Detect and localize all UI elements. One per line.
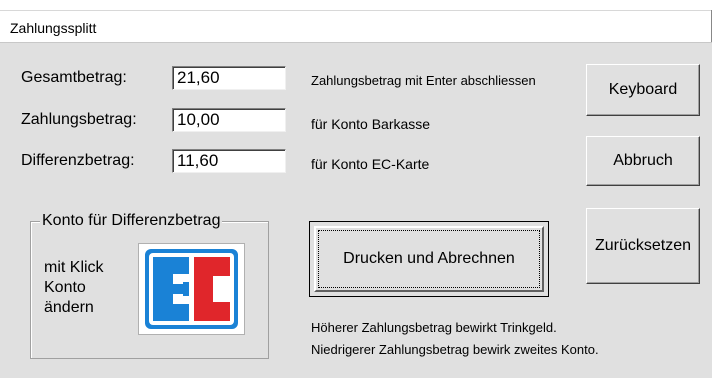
difference-account-text: für Konto EC-Karte — [311, 156, 430, 172]
focus-rectangle — [318, 230, 540, 288]
dialog-client-area: Gesamtbetrag: Zahlungsbetrag: Differenzb… — [0, 42, 712, 378]
click-hint-line1: mit Klick — [44, 259, 104, 276]
groupbox-legend: Konto für Differenzbetrag — [40, 212, 223, 230]
keyboard-button[interactable]: Keyboard — [586, 64, 700, 116]
title-bar: Zahlungssplitt — [0, 10, 712, 43]
payment-split-window: Zahlungssplitt Gesamtbetrag: Zahlungsbet… — [0, 0, 722, 378]
note-line-2: Niedrigerer Zahlungsbetrag bewirk zweite… — [311, 342, 599, 357]
note-line-1: Höherer Zahlungsbetrag bewirkt Trinkgeld… — [311, 320, 557, 335]
total-amount-label: Gesamtbetrag: — [21, 69, 127, 86]
cancel-button-label: Abbruch — [613, 152, 673, 169]
enter-hint-text: Zahlungsbetrag mit Enter abschliessen — [311, 73, 536, 88]
reset-button[interactable]: Zurücksetzen — [586, 208, 700, 284]
total-amount-field[interactable]: 21,60 — [172, 66, 286, 90]
cancel-button[interactable]: Abbruch — [586, 136, 700, 186]
payment-amount-label: Zahlungsbetrag: — [21, 111, 137, 128]
difference-amount-field[interactable]: 11,60 — [172, 149, 286, 173]
payment-amount-field[interactable]: 10,00 — [172, 108, 286, 132]
difference-amount-label: Differenzbetrag: — [21, 152, 135, 169]
payment-account-text: für Konto Barkasse — [311, 116, 431, 132]
ec-logo-graphic — [142, 246, 241, 332]
click-hint-line3: ändern — [44, 299, 94, 316]
reset-button-label: Zurücksetzen — [594, 237, 692, 254]
window-title: Zahlungssplitt — [10, 20, 97, 36]
click-hint-line2: Konto — [44, 279, 86, 296]
print-and-settle-button[interactable]: Drucken und Abrechnen — [309, 221, 549, 297]
ec-card-logo-icon[interactable] — [138, 243, 245, 335]
keyboard-button-label: Keyboard — [608, 81, 678, 98]
